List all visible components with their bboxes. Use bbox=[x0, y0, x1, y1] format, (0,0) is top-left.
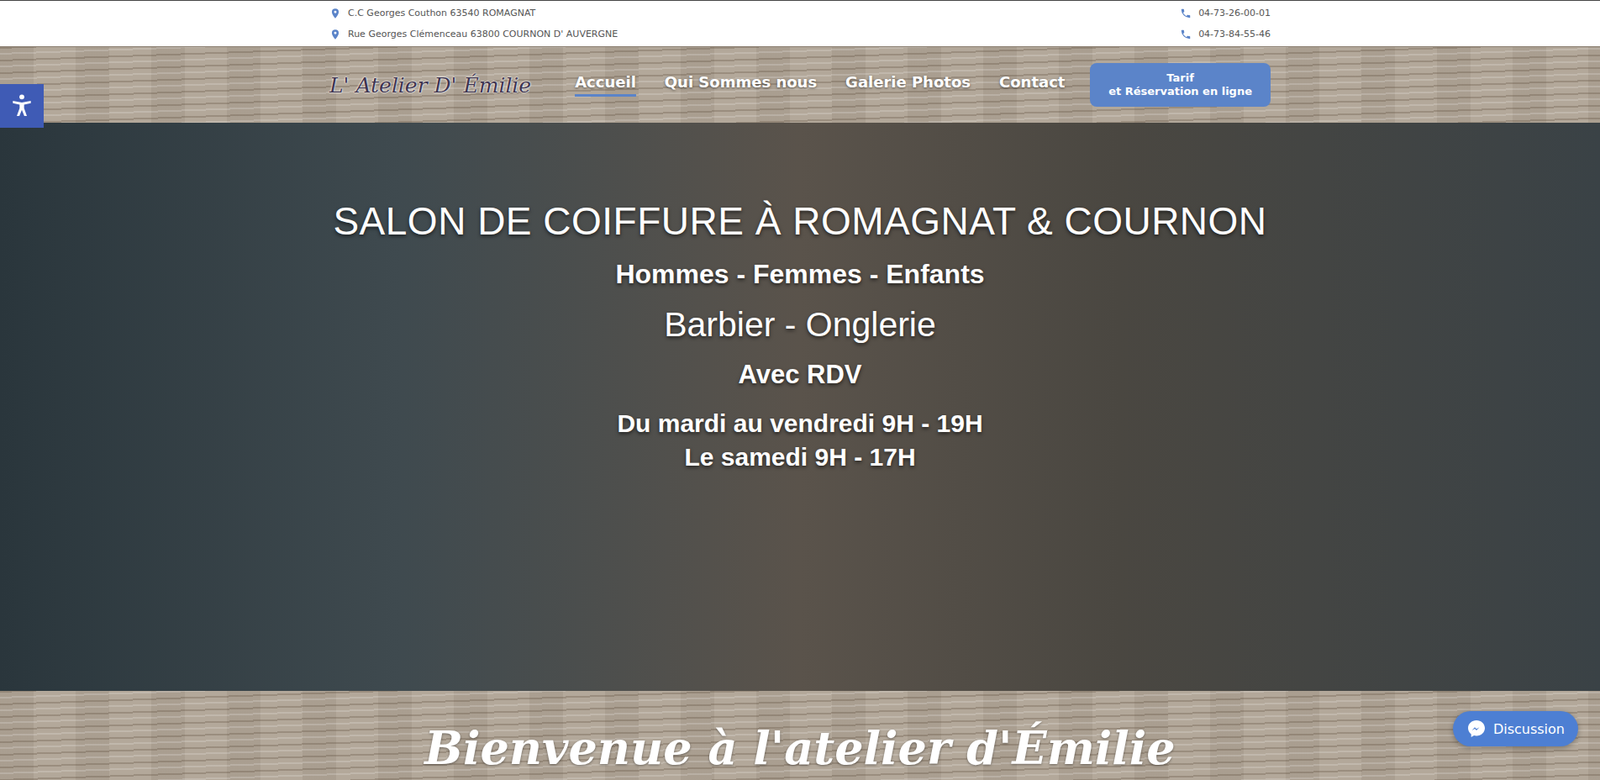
phone[interactable]: 04-73-84-55-46 bbox=[1179, 26, 1271, 42]
hero-text: SALON DE COIFFURE À ROMAGNAT & COURNON Ho… bbox=[332, 122, 1267, 691]
hero-audience: Hommes - Femmes - Enfants bbox=[332, 258, 1267, 290]
chat-button[interactable]: Discussion bbox=[1452, 710, 1579, 747]
welcome-section: Bienvenue à l'atelier d'Émilie bbox=[0, 690, 1600, 780]
hours-line: Le samedi 9H - 17H bbox=[332, 440, 1267, 474]
location-pin-icon bbox=[329, 7, 342, 20]
hero-services: Barbier - Onglerie bbox=[332, 305, 1267, 345]
phone-list: 04-73-26-00-01 04-73-84-55-46 bbox=[1179, 5, 1271, 42]
page: C.C Georges Couthon 63540 ROMAGNAT Rue Ge… bbox=[0, 0, 1600, 780]
logo[interactable]: L' Atelier D' Émilie bbox=[329, 73, 532, 98]
address: Rue Georges Clémenceau 63800 COURNON D' … bbox=[329, 26, 618, 42]
phone-icon bbox=[1179, 7, 1192, 20]
nav-link[interactable]: Contact bbox=[999, 73, 1065, 97]
address: C.C Georges Couthon 63540 ROMAGNAT bbox=[329, 5, 618, 21]
location-pin-icon bbox=[329, 28, 342, 41]
hours-line: Du mardi au vendredi 9H - 19H bbox=[332, 406, 1267, 441]
nav-link[interactable]: Qui Sommes nous bbox=[664, 73, 817, 97]
hero-title: SALON DE COIFFURE À ROMAGNAT & COURNON bbox=[332, 198, 1267, 244]
hero: SALON DE COIFFURE À ROMAGNAT & COURNON Ho… bbox=[0, 122, 1600, 691]
hero-booking: Avec RDV bbox=[332, 359, 1267, 390]
top-bar: C.C Georges Couthon 63540 ROMAGNAT Rue Ge… bbox=[0, 0, 1600, 47]
nav-link[interactable]: Accueil bbox=[574, 73, 637, 97]
accessibility-icon bbox=[8, 92, 36, 120]
welcome-title: Bienvenue à l'atelier d'Émilie bbox=[424, 721, 1175, 780]
hero-hours: Du mardi au vendredi 9H - 19HLe samedi 9… bbox=[332, 406, 1267, 474]
nav-link[interactable]: Galerie Photos bbox=[845, 73, 971, 97]
phone[interactable]: 04-73-26-00-01 bbox=[1179, 5, 1271, 21]
nav-links: Accueil Qui Sommes nous Galerie Photos Cont… bbox=[574, 73, 1065, 97]
messenger-icon bbox=[1466, 718, 1487, 739]
phone-icon bbox=[1179, 28, 1192, 41]
nav-bar: L' Atelier D' Émilie Accueil Qui Sommes no… bbox=[0, 46, 1600, 123]
accessibility-button[interactable] bbox=[0, 84, 44, 128]
address-list: C.C Georges Couthon 63540 ROMAGNAT Rue Ge… bbox=[329, 5, 618, 42]
booking-button[interactable]: Tarifet Réservation en ligne bbox=[1089, 63, 1271, 107]
